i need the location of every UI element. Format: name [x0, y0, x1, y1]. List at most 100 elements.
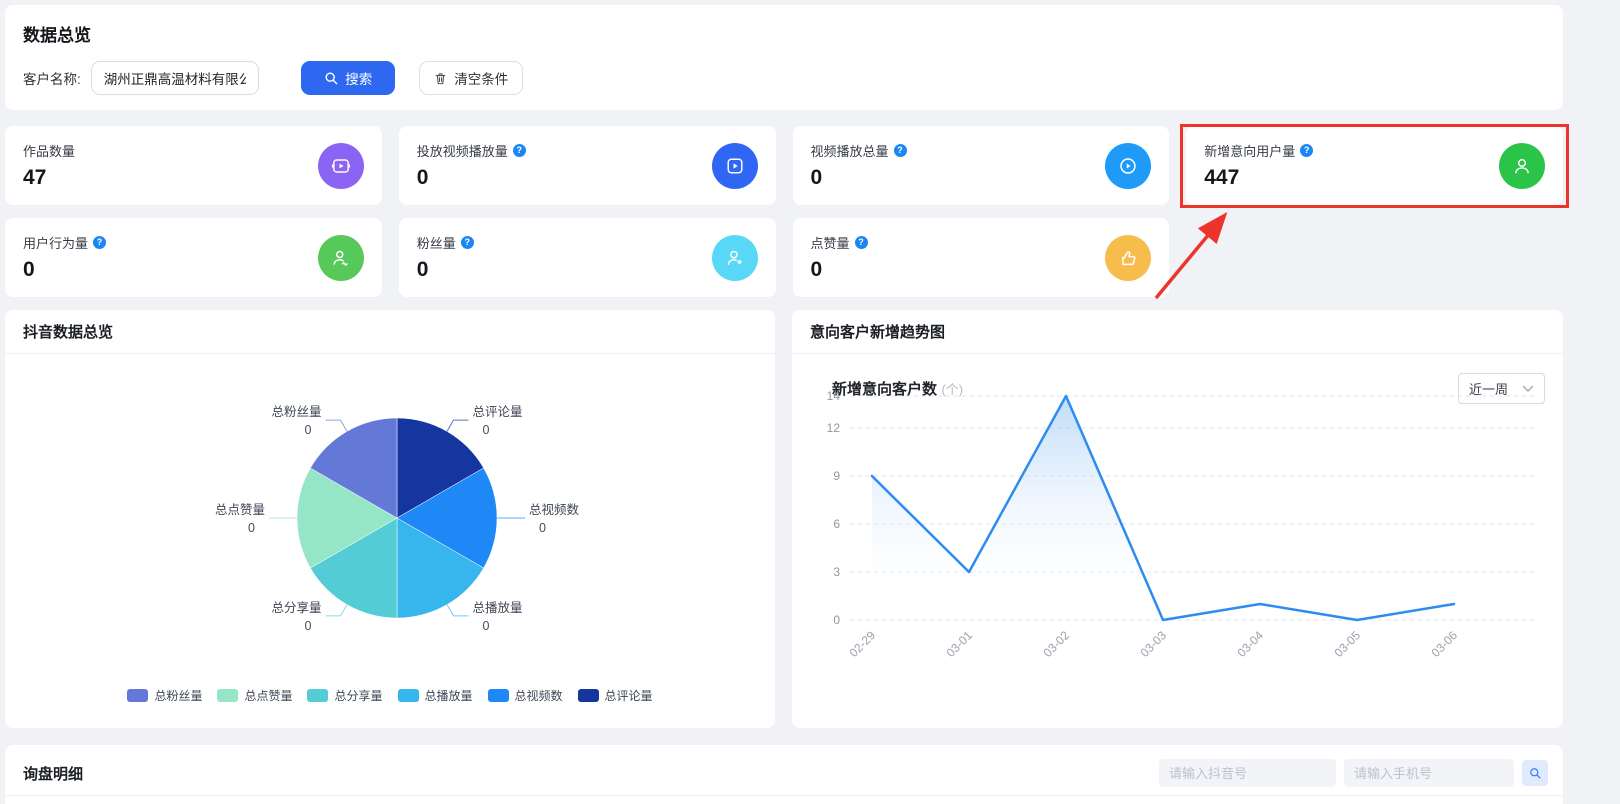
stat-card-ad-video-plays: 投放视频播放量 ? 0: [399, 126, 776, 205]
clear-conditions-button[interactable]: 清空条件: [419, 61, 523, 95]
svg-text:总点赞量: 总点赞量: [215, 503, 265, 517]
clear-button-label: 清空条件: [454, 68, 508, 88]
legend-label: 总粉丝量: [154, 687, 202, 704]
svg-text:0: 0: [248, 521, 255, 535]
legend-item-总评论量[interactable]: 总评论量: [578, 687, 653, 704]
video-play-square-icon: [712, 143, 758, 189]
search-icon: [323, 70, 339, 86]
page-title: 数据总览: [23, 21, 1545, 46]
user-heart-icon: [712, 235, 758, 281]
douyin-panel-title: 抖音数据总览: [5, 310, 775, 353]
trash-icon: [433, 71, 448, 86]
legend-item-总视频数[interactable]: 总视频数: [488, 687, 563, 704]
svg-text:0: 0: [833, 613, 840, 627]
user-activity-icon: [318, 235, 364, 281]
douyin-pie-chart: 总评论量 0 总视频数 0 总播放量 0 总分享量 0 总点赞量 0 总粉丝量 0: [5, 350, 775, 680]
customer-name-input[interactable]: [91, 61, 259, 95]
legend-item-总播放量[interactable]: 总播放量: [398, 687, 473, 704]
stat-title: 新增意向用户量: [1204, 141, 1295, 160]
dashboard-page: 数据总览 客户名称: 搜索 清空条件 作品数量: [0, 0, 1620, 804]
svg-text:总视频数: 总视频数: [529, 502, 580, 517]
legend-swatch: [307, 689, 328, 702]
info-icon[interactable]: ?: [855, 236, 868, 249]
inquiry-panel-title: 询盘明细: [23, 763, 83, 784]
svg-text:03-02: 03-02: [1041, 628, 1073, 660]
legend-item-总粉丝量[interactable]: 总粉丝量: [127, 687, 202, 704]
stat-title: 投放视频播放量: [417, 141, 508, 160]
filter-row: 客户名称: 搜索 清空条件: [23, 61, 1545, 95]
svg-text:总粉丝量: 总粉丝量: [271, 404, 321, 419]
svg-text:03-04: 03-04: [1235, 628, 1267, 660]
stat-title: 粉丝量: [417, 233, 456, 252]
svg-text:0: 0: [305, 619, 312, 633]
legend-label: 总视频数: [515, 687, 563, 704]
search-icon: [1528, 766, 1542, 780]
trend-panel-title: 意向客户新增趋势图: [792, 310, 1563, 353]
svg-text:02-29: 02-29: [847, 628, 879, 660]
douyin-overview-panel: 抖音数据总览 总评论量 0 总视频数 0 总播放量 0 总分享量 0 总点赞量 0 总粉丝量 0 总粉…: [5, 310, 775, 728]
user-icon: [1499, 143, 1545, 189]
svg-text:12: 12: [827, 421, 841, 435]
info-icon[interactable]: ?: [93, 236, 106, 249]
inquiry-search-controls: [1159, 759, 1548, 787]
stat-value: 0: [811, 166, 1152, 190]
svg-text:6: 6: [833, 517, 840, 531]
stat-title: 用户行为量: [23, 233, 88, 252]
svg-text:0: 0: [539, 521, 546, 535]
divider: [5, 795, 1563, 796]
svg-text:0: 0: [483, 423, 490, 437]
stat-value: 0: [417, 166, 758, 190]
search-button-label: 搜索: [345, 68, 372, 88]
svg-text:0: 0: [483, 619, 490, 633]
inquiry-detail-panel: 询盘明细: [5, 745, 1563, 804]
search-button[interactable]: 搜索: [301, 61, 395, 95]
stat-value: 47: [23, 166, 364, 190]
empty-grid-cell: [1186, 218, 1563, 297]
svg-text:9: 9: [833, 469, 840, 483]
legend-label: 总点赞量: [244, 687, 292, 704]
legend-label: 总分享量: [334, 687, 382, 704]
svg-text:14: 14: [827, 389, 841, 403]
info-icon[interactable]: ?: [513, 144, 526, 157]
stat-card-grid: 作品数量 47 投放视频播放量 ? 0: [5, 126, 1563, 297]
svg-text:总评论量: 总评论量: [473, 405, 523, 419]
info-icon[interactable]: ?: [1300, 144, 1313, 157]
svg-text:0: 0: [305, 423, 312, 437]
stat-card-followers: 粉丝量 ? 0: [399, 218, 776, 297]
stat-card-new-intent-users: 新增意向用户量 ? 447: [1186, 126, 1563, 205]
info-icon[interactable]: ?: [461, 236, 474, 249]
play-circle-icon: [1105, 143, 1151, 189]
info-icon[interactable]: ?: [894, 144, 907, 157]
thumbs-up-icon: [1105, 235, 1151, 281]
svg-text:03-01: 03-01: [944, 628, 976, 660]
pie-legend: 总粉丝量 总点赞量 总分享量 总播放量 总视频数 总评论量: [5, 687, 775, 704]
svg-text:总分享量: 总分享量: [271, 600, 321, 615]
phone-number-input[interactable]: [1344, 759, 1514, 787]
stat-title: 作品数量: [23, 141, 75, 160]
header-card: 数据总览 客户名称: 搜索 清空条件: [5, 5, 1563, 110]
stat-card-total-video-plays: 视频播放总量 ? 0: [793, 126, 1170, 205]
svg-text:总播放量: 总播放量: [473, 600, 523, 615]
legend-swatch: [398, 689, 419, 702]
svg-text:03-05: 03-05: [1332, 628, 1364, 660]
intent-trend-line-chart: 0369121402-2903-0103-0203-0303-0403-0503…: [814, 382, 1549, 702]
stat-title: 点赞量: [811, 233, 850, 252]
customer-name-label: 客户名称:: [23, 68, 81, 88]
legend-swatch: [127, 689, 148, 702]
legend-swatch: [578, 689, 599, 702]
douyin-id-input[interactable]: [1159, 759, 1336, 787]
legend-swatch: [488, 689, 509, 702]
stat-value: 0: [811, 258, 1152, 282]
inquiry-search-button[interactable]: [1522, 760, 1548, 786]
svg-text:03-06: 03-06: [1429, 628, 1461, 660]
video-clip-icon: [318, 143, 364, 189]
legend-label: 总评论量: [605, 687, 653, 704]
legend-item-总分享量[interactable]: 总分享量: [307, 687, 382, 704]
stat-card-works-count: 作品数量 47: [5, 126, 382, 205]
legend-item-总点赞量[interactable]: 总点赞量: [217, 687, 292, 704]
stat-value: 0: [23, 258, 364, 282]
legend-label: 总播放量: [425, 687, 473, 704]
svg-text:3: 3: [833, 565, 840, 579]
stat-value: 0: [417, 258, 758, 282]
stat-card-user-actions: 用户行为量 ? 0: [5, 218, 382, 297]
